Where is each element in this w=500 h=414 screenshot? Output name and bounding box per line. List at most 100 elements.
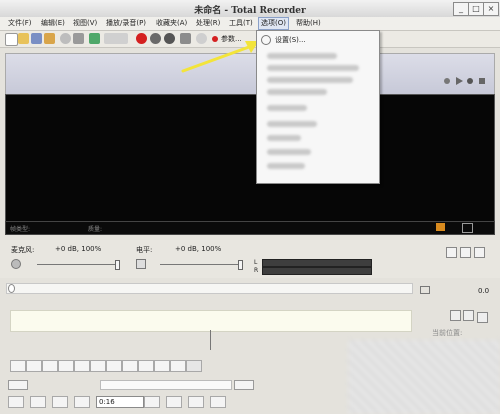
cut-icon[interactable] <box>73 33 84 44</box>
loop-icon[interactable] <box>420 286 430 294</box>
mark-out-icon[interactable] <box>166 396 182 408</box>
blurred-menu-item-4[interactable] <box>267 89 327 95</box>
recording-level-slider[interactable] <box>37 264 117 265</box>
pixelated-region <box>348 340 500 414</box>
next-frame-icon[interactable] <box>74 396 90 408</box>
menu-view[interactable]: 视图(V) <box>73 18 97 28</box>
playback-level-slider[interactable] <box>160 264 240 265</box>
menu-options[interactable]: 选项(O) <box>258 17 289 30</box>
blurred-menu-item-3[interactable] <box>267 77 353 83</box>
rewind-icon[interactable] <box>444 78 450 84</box>
scroll-left-button[interactable] <box>8 380 28 390</box>
playback-label: 电平: <box>136 246 153 254</box>
record-small-icon[interactable] <box>467 78 473 84</box>
playback-level-thumb[interactable] <box>238 260 243 270</box>
minimize-button[interactable]: _ <box>453 2 469 16</box>
scroll-right-button[interactable] <box>234 380 254 390</box>
microphone-icon[interactable] <box>11 259 21 269</box>
maximize-button[interactable]: □ <box>468 2 484 16</box>
frame-type-label: 帧类型: <box>10 226 31 233</box>
right-level-meter <box>262 267 372 275</box>
recording-source-label: 麦克风: <box>11 246 35 254</box>
wizard-icon[interactable] <box>89 33 100 44</box>
paste-icon[interactable] <box>122 360 138 372</box>
menu-file[interactable]: 文件(F) <box>8 18 32 28</box>
mixer-settings-icon[interactable] <box>474 247 485 258</box>
blurred-menu-item-5[interactable] <box>267 105 307 111</box>
position-track[interactable] <box>6 283 413 294</box>
save-icon[interactable] <box>31 33 42 44</box>
status-bar: 帧类型: 质量: <box>5 221 495 235</box>
play-icon[interactable] <box>456 77 463 85</box>
trim-end-icon[interactable] <box>26 360 42 372</box>
prev-frame-icon[interactable] <box>52 396 68 408</box>
speaker-icon[interactable] <box>136 259 146 269</box>
current-position-label: 当前位置: <box>432 329 463 337</box>
blurred-menu-item-1[interactable] <box>267 53 337 59</box>
recording-level-thumb[interactable] <box>115 260 120 270</box>
menu-help[interactable]: 帮助(H) <box>296 18 321 28</box>
options-icon[interactable] <box>436 223 445 231</box>
favorites-icon[interactable] <box>44 33 55 44</box>
edit-toolbar <box>6 360 306 374</box>
menu-settings-item[interactable]: 设置(S)... <box>275 35 306 46</box>
visualization-screen <box>5 94 495 222</box>
zoom-in-icon[interactable] <box>450 310 461 321</box>
position-time: 0.0 <box>478 287 490 295</box>
open-folder-icon[interactable] <box>18 33 29 44</box>
mark-in-icon[interactable] <box>144 396 160 408</box>
meter-left-label: L <box>254 259 258 266</box>
select-end-icon[interactable] <box>58 360 74 372</box>
left-level-meter <box>262 259 372 267</box>
menu-tools[interactable]: 工具(T) <box>229 18 253 28</box>
stop-icon[interactable] <box>164 33 175 44</box>
blurred-menu-item-9[interactable] <box>267 163 305 169</box>
trim-start-icon[interactable] <box>10 360 26 372</box>
copy-icon[interactable] <box>106 360 122 372</box>
close-button[interactable]: × <box>483 2 499 16</box>
zoom-fit-icon[interactable] <box>463 310 474 321</box>
recording-level-text: +0 dB, 100% <box>55 245 102 253</box>
title-bar: 未命名 - Total Recorder _ □ × <box>0 0 500 18</box>
scissors-icon[interactable] <box>90 360 106 372</box>
zoom-out-icon[interactable] <box>477 312 488 323</box>
record-icon[interactable] <box>136 33 147 44</box>
mix-paste-icon[interactable] <box>138 360 154 372</box>
forward-icon[interactable] <box>188 396 204 408</box>
undo-icon[interactable] <box>60 33 71 44</box>
menu-bar: 文件(F) 编辑(E) 视图(V) 播放/录音(P) 收藏夹(A) 处理(R) … <box>0 17 500 31</box>
time-field[interactable]: 0:16 <box>96 396 144 408</box>
rewind-button-icon[interactable] <box>30 396 46 408</box>
level-panel: 麦克风: +0 dB, 100% 电平: +0 dB, 100% L R <box>0 240 500 278</box>
go-start-icon[interactable] <box>8 396 24 408</box>
menu-edit[interactable]: 编辑(E) <box>41 18 65 28</box>
blurred-menu-item-2[interactable] <box>267 65 359 71</box>
transport-bar: 0:16 <box>6 396 346 410</box>
select-start-icon[interactable] <box>42 360 58 372</box>
go-end-icon[interactable] <box>210 396 226 408</box>
menu-favorites[interactable]: 收藏夹(A) <box>156 18 187 28</box>
playback-arrows-icon[interactable] <box>104 33 128 44</box>
blurred-menu-item-8[interactable] <box>267 149 311 155</box>
window-icon[interactable] <box>462 223 473 233</box>
new-file-icon[interactable] <box>5 33 18 46</box>
mixer-icon[interactable] <box>446 247 457 258</box>
marker-icon[interactable] <box>186 360 202 372</box>
mixer-window-icon[interactable] <box>460 247 471 258</box>
blurred-menu-item-6[interactable] <box>267 121 317 127</box>
delete-icon[interactable] <box>154 360 170 372</box>
timeline-scrollbar[interactable] <box>100 380 232 390</box>
menu-process[interactable]: 处理(R) <box>196 18 220 28</box>
meter-right-label: R <box>254 267 259 274</box>
position-thumb[interactable] <box>8 284 15 293</box>
silence-icon[interactable] <box>170 360 186 372</box>
stop-small-icon[interactable] <box>479 78 485 84</box>
playback-level-text: +0 dB, 100% <box>175 245 222 253</box>
quality-label: 质量: <box>88 226 103 233</box>
select-all-icon[interactable] <box>74 360 90 372</box>
blurred-menu-item-7[interactable] <box>267 135 301 141</box>
play-icon[interactable] <box>150 33 161 44</box>
menu-playback[interactable]: 播放/录音(P) <box>106 18 146 28</box>
cursor-line <box>210 330 211 350</box>
wave-area <box>10 310 412 332</box>
